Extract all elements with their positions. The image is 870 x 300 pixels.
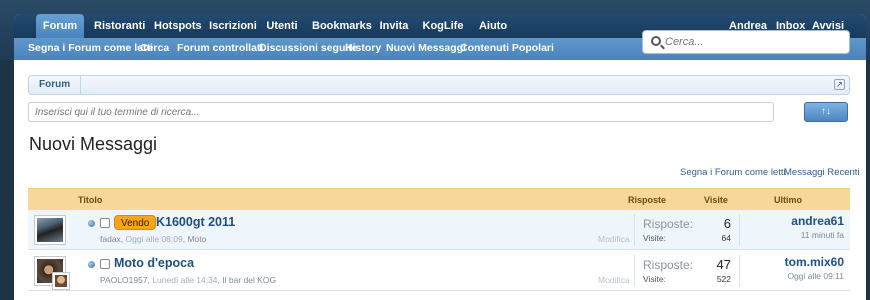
replies-count: 6 (723, 216, 731, 231)
thread-row: Moto d'epoca PAOLO1957, Lunedì alle 14:3… (28, 251, 850, 291)
thread-stats: Risposte: 47 Visite: 522 (634, 255, 740, 287)
thread-title-link[interactable]: K1600gt 2011 (156, 215, 235, 229)
tab-forum[interactable]: Forum (36, 14, 84, 38)
thread-forum[interactable]: Moto (187, 234, 206, 244)
unread-icon[interactable] (88, 220, 95, 227)
tab-utenti[interactable]: Utenti (264, 14, 300, 38)
subnav-popular[interactable]: Contenuti Popolari (460, 38, 554, 60)
page-title: Nuovi Messaggi (29, 134, 158, 154)
thread-meta: fadax, Oggi alle 08:09, Moto (100, 234, 207, 244)
subnav-new-posts[interactable]: Nuovi Messaggi (386, 38, 466, 60)
column-replies[interactable]: Risposte (628, 189, 666, 211)
thread-author[interactable]: PAOLO1957 (100, 275, 148, 285)
tab-koglife[interactable]: KogLife (422, 14, 464, 38)
avatar[interactable] (34, 215, 66, 245)
thread-list-header: Titolo Risposte Visite Ultimo Messaggio (28, 188, 850, 227)
recent-posts-link[interactable]: Messaggi Recenti (784, 167, 860, 178)
subnav-search[interactable]: Cerca (140, 38, 169, 60)
select-thread-checkbox[interactable] (100, 218, 110, 228)
last-poster-avatar[interactable] (52, 272, 70, 290)
search-icon (651, 36, 661, 46)
views-label: Visite: (643, 233, 666, 243)
tab-hotspots[interactable]: Hotspots (154, 14, 202, 38)
last-post: andrea61 11 minuti fa (791, 214, 844, 240)
thread-title-link[interactable]: Moto d'epoca (114, 256, 194, 270)
tab-iscrizioni[interactable]: Iscrizioni (208, 14, 258, 38)
last-post: tom.mix60 Oggi alle 09:11 (785, 255, 844, 281)
last-post-time[interactable]: Oggi alle 09:11 (785, 271, 844, 281)
edit-link[interactable]: Modifica (598, 275, 630, 285)
mark-forums-read-link[interactable]: Segna i Forum come letti (680, 167, 786, 178)
search-input[interactable] (665, 34, 835, 50)
column-title[interactable]: Titolo (78, 189, 102, 211)
thread-meta: PAOLO1957, Lunedì alle 14:34, Il bar del… (100, 275, 277, 285)
last-post-user[interactable]: andrea61 (791, 214, 844, 228)
thread-filter (28, 102, 774, 122)
tab-invita[interactable]: Invita (378, 14, 410, 38)
views-count: 64 (721, 233, 731, 243)
subnav-history[interactable]: History (345, 38, 381, 60)
jump-to-icon[interactable]: ↗ (834, 79, 845, 90)
forum-frame: Forum Ristoranti Hotspots Iscrizioni Ute… (14, 14, 866, 300)
column-views[interactable]: Visite (704, 189, 728, 211)
breadcrumb-home[interactable]: Forum (29, 76, 82, 94)
subnav-mark-read[interactable]: Segna i Forum come letti (28, 38, 153, 60)
thread-date: Lunedì alle 14:34 (152, 275, 218, 285)
header-search (642, 30, 850, 54)
column-last-post[interactable]: Ultimo Messaggio (774, 189, 850, 227)
thread-forum[interactable]: Il bar del KOG (222, 275, 276, 285)
sort-button[interactable]: ↑↓ (804, 102, 848, 122)
subnav-watched-forums[interactable]: Forum controllati (177, 38, 263, 60)
replies-label: Risposte: (643, 258, 694, 272)
thread-row: Vendo K1600gt 2011 fadax, Oggi alle 08:0… (28, 210, 850, 250)
thread-prefix-badge: Vendo (114, 215, 157, 230)
thread-author[interactable]: fadax (100, 234, 121, 244)
views-label: Visite: (643, 274, 666, 284)
breadcrumb: Forum ↗ (28, 75, 850, 95)
thread-filter-input[interactable] (29, 103, 773, 121)
thread-date: Oggi alle 08:09 (125, 234, 183, 244)
last-post-time[interactable]: 11 minuti fa (791, 230, 844, 240)
last-post-user[interactable]: tom.mix60 (785, 255, 844, 269)
tab-aiuto[interactable]: Aiuto (476, 14, 510, 38)
tab-ristoranti[interactable]: Ristoranti (94, 14, 145, 38)
views-count: 522 (716, 274, 731, 284)
subnav-watched-threads[interactable]: Discussioni seguite (259, 38, 358, 60)
replies-label: Risposte: (643, 217, 694, 231)
replies-count: 47 (716, 257, 731, 272)
edit-link[interactable]: Modifica (598, 234, 630, 244)
tab-bookmarks[interactable]: Bookmarks (312, 14, 372, 38)
unread-icon[interactable] (88, 261, 95, 268)
select-thread-checkbox[interactable] (100, 259, 110, 269)
thread-stats: Risposte: 6 Visite: 64 (634, 214, 740, 246)
